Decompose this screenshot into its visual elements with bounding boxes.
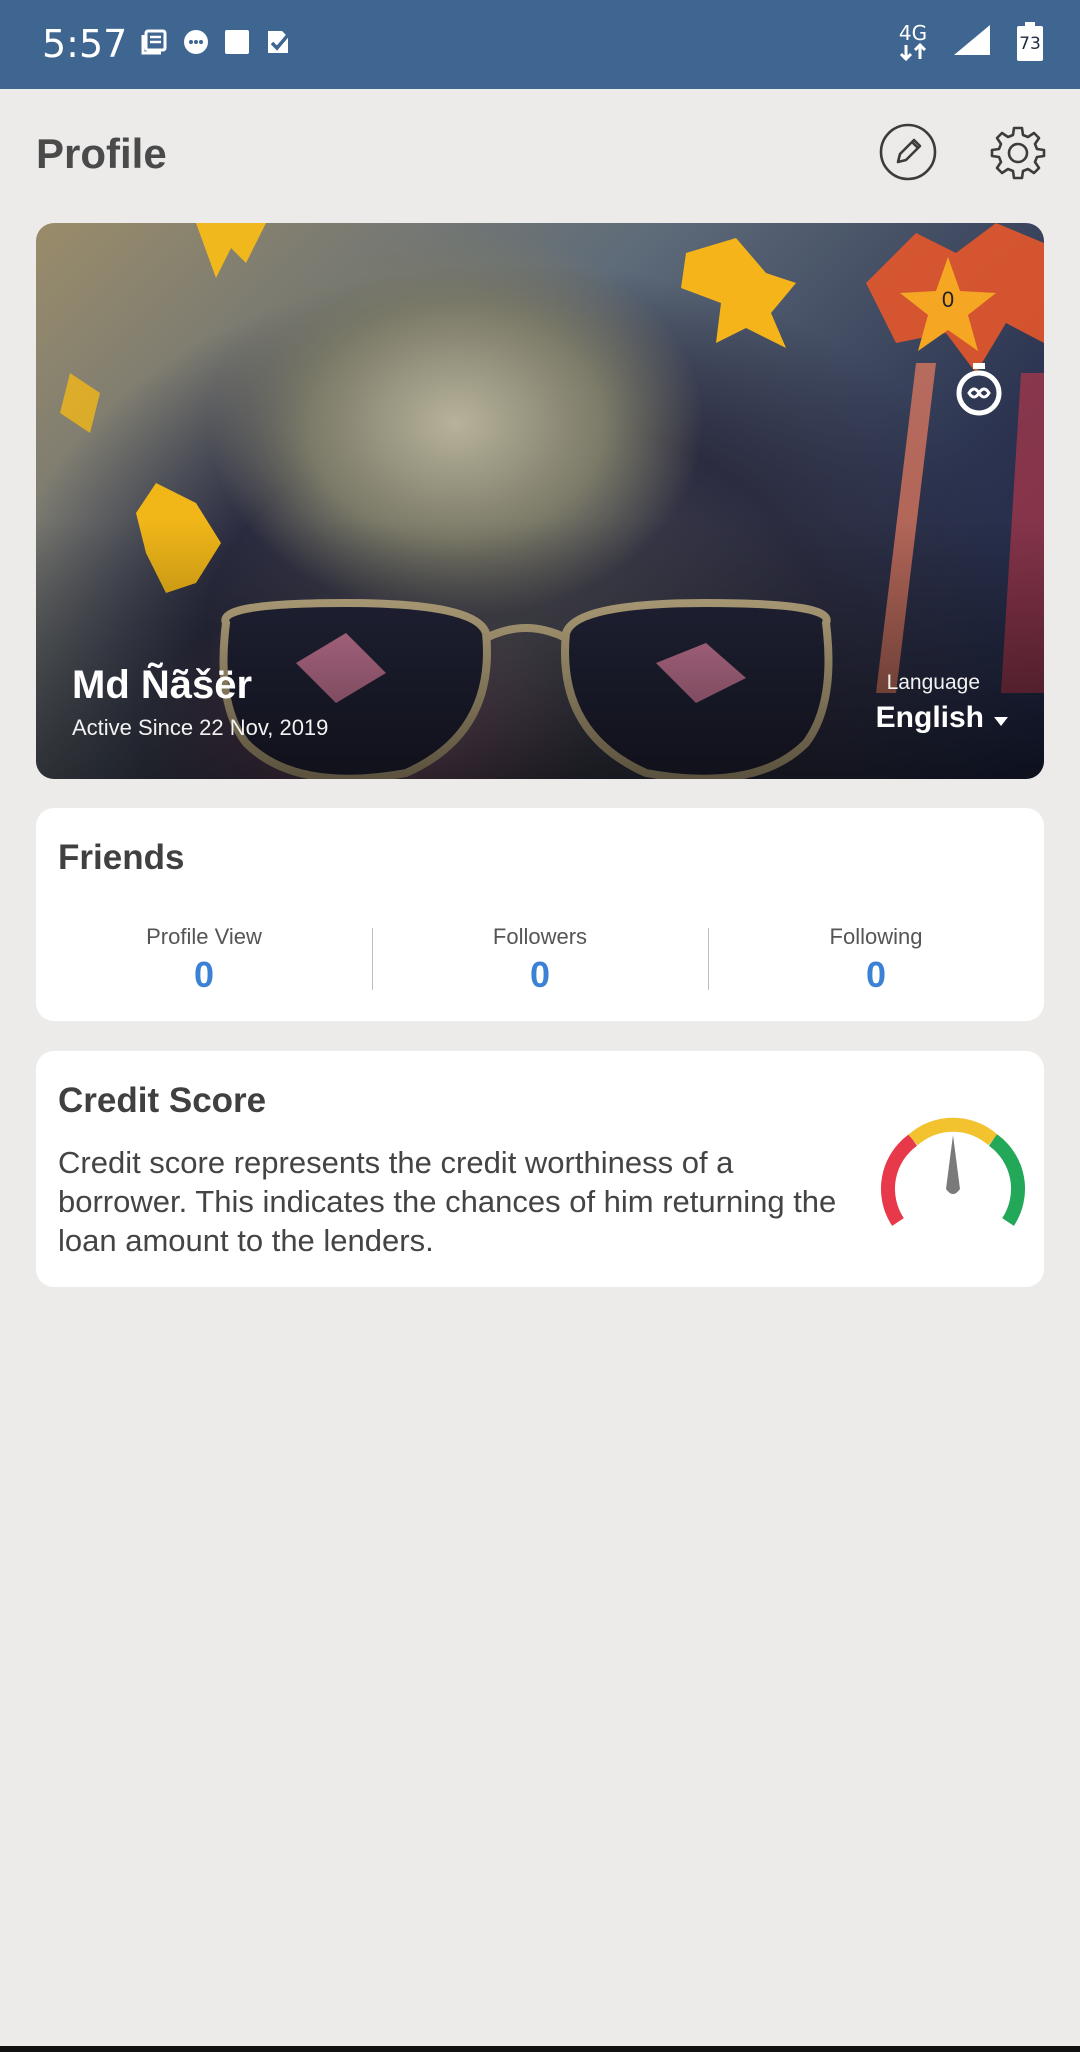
check-icon [264, 28, 292, 61]
network-type: 4G [898, 21, 928, 45]
leaf-decoration-icon [681, 238, 796, 348]
stat-following[interactable]: Following 0 [708, 924, 1044, 996]
profile-cover-card: Md Ñãšër Active Since 22 Nov, 2019 Langu… [36, 223, 1044, 779]
battery-level: 73 [1019, 34, 1041, 54]
network-indicator: 4G [898, 23, 928, 61]
active-since: Active Since 22 Nov, 2019 [72, 715, 329, 740]
stat-value: 0 [865, 954, 887, 995]
stat-label: Following [829, 924, 923, 949]
system-icons: 4G 73 [898, 22, 1044, 62]
news-icon [140, 28, 168, 61]
stat-profile-view[interactable]: Profile View 0 [36, 924, 372, 996]
stat-followers[interactable]: Followers 0 [372, 924, 708, 996]
friends-title: Friends [58, 838, 185, 877]
stat-label: Followers [492, 924, 588, 949]
credit-gauge-icon [880, 1117, 1026, 1226]
timer-icon[interactable] [954, 363, 1004, 422]
notification-icons [140, 28, 292, 61]
star-count: 0 [941, 287, 955, 312]
stat-label: Profile View [146, 924, 262, 949]
star-badge[interactable]: 0 [896, 253, 1000, 357]
friends-card: Friends Profile View 0 Followers 0 Follo… [36, 808, 1044, 1021]
navigation-bar [0, 2046, 1080, 2052]
status-bar: 5:57 4G 73 [0, 0, 1080, 89]
pencil-icon [879, 123, 937, 186]
chat-icon [182, 28, 210, 61]
caret-down-icon [994, 701, 1008, 735]
language-value: English [875, 701, 984, 734]
square-icon [224, 29, 250, 60]
edit-profile-button[interactable] [878, 123, 938, 186]
leaf-decoration-icon [196, 223, 266, 278]
language-label: Language [886, 671, 980, 694]
page-title: Profile [36, 130, 167, 177]
gear-icon [990, 124, 1046, 185]
stat-value: 0 [529, 954, 551, 995]
battery-icon: 73 [1016, 22, 1044, 62]
settings-button[interactable] [988, 124, 1048, 184]
signal-icon [952, 23, 992, 62]
status-time: 5:57 [42, 22, 128, 66]
stat-value: 0 [193, 954, 215, 995]
credit-score-description: Credit score represents the credit worth… [58, 1145, 837, 1258]
language-dropdown[interactable]: English [876, 701, 1008, 735]
profile-name: Md Ñãšër [72, 663, 253, 707]
leaf-decoration-icon [60, 373, 100, 433]
credit-score-title: Credit Score [58, 1081, 267, 1120]
credit-score-card[interactable]: Credit Score Credit score represents the… [36, 1051, 1044, 1287]
